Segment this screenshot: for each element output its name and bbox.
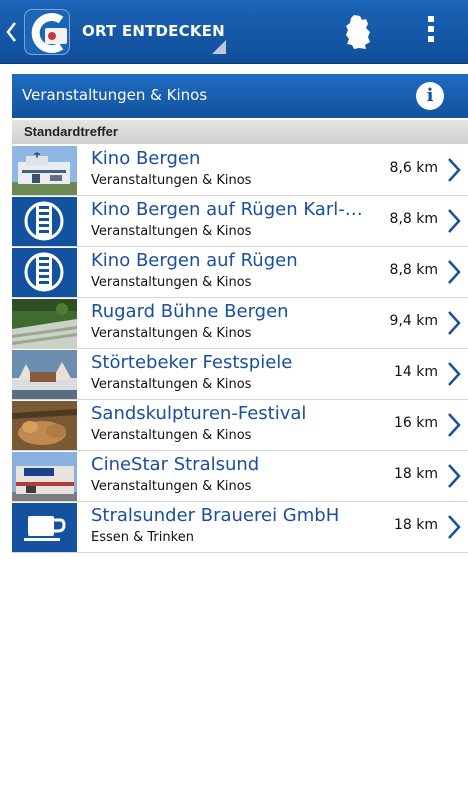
overflow-dot: [428, 26, 434, 32]
list-item-name: Sandskulpturen-Festival: [91, 403, 307, 424]
chevron-right-icon: [448, 158, 461, 182]
list-item-name: Störtebeker Festspiele: [91, 352, 293, 373]
photo-sand-sculpture: [12, 401, 77, 450]
list-item-name: Stralsunder Brauerei GmbH: [91, 505, 340, 526]
list-item-distance: 8,8 km: [389, 262, 438, 278]
photo-festival-stage: [12, 350, 77, 399]
list-item[interactable]: Rugard Bühne Bergen Veranstaltungen & Ki…: [12, 298, 468, 349]
section-header: Veranstaltungen & Kinos i: [12, 74, 468, 118]
group-label: Standardtreffer: [24, 124, 118, 139]
overflow-dot: [428, 16, 434, 22]
list-item[interactable]: Kino Bergen Veranstaltungen & Kinos 8,6 …: [12, 145, 468, 196]
list-item-category: Veranstaltungen & Kinos: [91, 479, 252, 494]
chevron-right-icon: [448, 464, 461, 488]
list-item-distance: 9,4 km: [389, 313, 438, 329]
list-item-distance: 18 km: [393, 517, 438, 533]
list-item-distance: 16 km: [393, 415, 438, 431]
app-title[interactable]: ORT ENTDECKEN: [82, 22, 225, 40]
list-item-category: Veranstaltungen & Kinos: [91, 326, 252, 341]
list-item-name: Rugard Bühne Bergen: [91, 301, 289, 322]
chevron-right-icon: [448, 311, 461, 335]
list-item-distance: 18 km: [393, 466, 438, 482]
overflow-menu-icon[interactable]: [424, 16, 438, 46]
photo-open-air-stage: [12, 299, 77, 348]
chevron-right-icon: [448, 260, 461, 284]
list-item-category: Veranstaltungen & Kinos: [91, 173, 252, 188]
app-logo-icon[interactable]: [24, 9, 70, 55]
list-item[interactable]: CineStar Stralsund Veranstaltungen & Kin…: [12, 451, 468, 502]
list-item[interactable]: Kino Bergen auf Rügen Karl-Marx-Straße V…: [12, 196, 468, 247]
list-item-name: Kino Bergen auf Rügen Karl-Marx-Straße: [91, 199, 371, 220]
list-item-distance: 8,6 km: [389, 160, 438, 176]
spinner-indicator: [212, 40, 226, 54]
list-item-distance: 8,8 km: [389, 211, 438, 227]
list-item[interactable]: Störtebeker Festspiele Veranstaltungen &…: [12, 349, 468, 400]
list-item[interactable]: Kino Bergen auf Rügen Veranstaltungen & …: [12, 247, 468, 298]
list-item-category: Veranstaltungen & Kinos: [91, 275, 252, 290]
list-item-name: Kino Bergen: [91, 148, 201, 169]
list-item-category: Veranstaltungen & Kinos: [91, 224, 252, 239]
coffee-cup-icon: [12, 503, 77, 552]
list-item-name: Kino Bergen auf Rügen: [91, 250, 298, 271]
list-item[interactable]: Sandskulpturen-Festival Veranstaltungen …: [12, 400, 468, 451]
photo-cinestar-building: [12, 452, 77, 501]
list-item[interactable]: Stralsunder Brauerei GmbH Essen & Trinke…: [12, 502, 468, 553]
result-list: Kino Bergen Veranstaltungen & Kinos 8,6 …: [12, 145, 468, 553]
film-reel-icon: [12, 197, 77, 246]
chevron-right-icon: [448, 362, 461, 386]
chevron-right-icon: [448, 209, 461, 233]
chevron-right-icon: [448, 413, 461, 437]
list-item-category: Veranstaltungen & Kinos: [91, 428, 252, 443]
chevron-right-icon: [448, 515, 461, 539]
info-icon[interactable]: i: [416, 82, 444, 110]
list-item-name: CineStar Stralsund: [91, 454, 260, 475]
action-bar: ORT ENTDECKEN: [0, 0, 468, 64]
photo-cinema-building: [12, 146, 77, 195]
list-item-category: Essen & Trinken: [91, 530, 194, 545]
overflow-dot: [428, 36, 434, 42]
list-item-category: Veranstaltungen & Kinos: [91, 377, 252, 392]
list-item-distance: 14 km: [393, 364, 438, 380]
chevron-left-icon[interactable]: [4, 20, 18, 44]
section-title: Veranstaltungen & Kinos: [22, 86, 208, 104]
group-header: Standardtreffer: [12, 120, 468, 144]
film-reel-icon: [12, 248, 77, 297]
germany-map-icon[interactable]: [344, 14, 372, 50]
